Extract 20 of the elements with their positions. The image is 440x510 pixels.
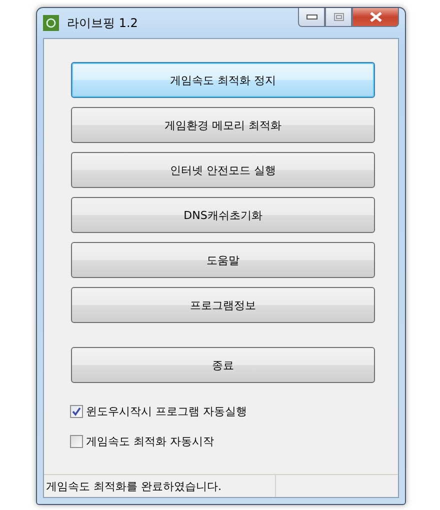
checkbox-label[interactable]: 윈도우시작시 프로그램 자동실행 [86,404,247,419]
close-icon [368,12,382,22]
action-button[interactable]: DNS캐쉬초기화 [71,197,375,233]
minimize-icon [306,14,318,20]
minimize-button[interactable] [298,8,325,27]
checkbox[interactable] [70,405,83,418]
close-button[interactable] [352,8,399,27]
checkbox[interactable] [70,435,83,448]
action-button[interactable]: 도움말 [71,242,375,278]
action-button[interactable]: 게임환경 메모리 최적화 [71,107,375,143]
action-button[interactable]: 프로그램정보 [71,287,375,323]
action-button[interactable]: 인터넷 안전모드 실행 [71,152,375,188]
action-button[interactable]: 게임속도 최적화 정지 [71,62,375,98]
checkbox-label[interactable]: 게임속도 최적화 자동시작 [86,434,214,449]
maximize-icon [332,12,344,22]
window-title: 라이브핑 1.2 [67,14,138,32]
app-icon [43,15,59,31]
maximize-button[interactable] [325,8,352,27]
status-message: 게임속도 최적화를 완료하였습니다. [44,475,276,497]
exit-button[interactable]: 종료 [71,347,375,383]
